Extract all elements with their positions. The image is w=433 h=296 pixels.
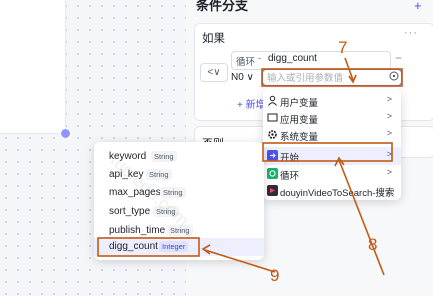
variable-name: digg_count xyxy=(109,241,158,252)
right-operand-input[interactable]: 输入或引用参数值 xyxy=(262,69,402,86)
chevron-right-icon: > xyxy=(386,111,392,121)
menu-item-label: 系统变量 xyxy=(280,132,319,143)
panel-title: 条件分支 xyxy=(196,0,249,13)
menu-item-user-vars[interactable]: 用户变量 > xyxy=(263,92,401,110)
chevron-right-icon: > xyxy=(386,167,392,177)
variable-type-badge: String xyxy=(151,151,177,162)
plugin-node-icon xyxy=(267,185,278,196)
variable-item[interactable]: max_pages String xyxy=(94,184,264,202)
menu-item-loop[interactable]: 循环 > xyxy=(263,165,401,183)
menu-item-label: 开始 xyxy=(280,153,300,164)
variable-name: publish_time xyxy=(109,225,166,236)
menu-item-system-vars[interactable]: 系统变量 > xyxy=(263,126,401,144)
add-condition-button[interactable]: + 新增 xyxy=(237,96,266,111)
start-node-icon xyxy=(267,150,278,161)
annotation-8: 8 xyxy=(368,235,378,254)
chevron-right-icon: > xyxy=(386,149,392,159)
annotation-7: 7 xyxy=(338,38,348,57)
logic-operator-select[interactable]: <∨ xyxy=(200,63,228,82)
reference-menu: 用户变量 > 应用变量 > 系统变量 > 开始 > 循环 > douyinVid… xyxy=(263,88,401,200)
menu-item-label: douyinVideoToSearch-搜索 xyxy=(280,188,395,199)
source-node-tag: 循环 xyxy=(236,57,256,68)
reference-target-icon[interactable] xyxy=(389,71,399,81)
menu-item-label: 用户变量 xyxy=(280,98,319,109)
menu-item-start[interactable]: 开始 > xyxy=(263,147,401,165)
separator: - xyxy=(258,53,261,63)
menu-item-label: 循环 xyxy=(280,171,300,182)
variable-type-badge: Integer xyxy=(159,241,189,252)
chevron-right-icon: > xyxy=(386,94,392,104)
if-label: 如果 xyxy=(202,33,225,45)
menu-item-label: 应用变量 xyxy=(280,115,319,126)
remove-condition-button[interactable]: − xyxy=(395,51,402,65)
node-output-port[interactable] xyxy=(60,128,71,139)
loop-node-icon xyxy=(267,168,278,179)
folder-icon xyxy=(267,113,278,122)
add-branch-button[interactable]: + xyxy=(414,0,422,13)
left-operand-select[interactable]: 循环 - digg_count xyxy=(231,51,391,70)
gear-icon xyxy=(268,130,277,139)
annotation-9: 9 xyxy=(270,266,280,285)
left-node-card[interactable] xyxy=(0,0,66,134)
left-operand-value: digg_count xyxy=(268,53,317,64)
compare-operator-select[interactable]: N0 ∨ xyxy=(231,69,261,86)
menu-item-plugin[interactable]: douyinVideoToSearch-搜索 xyxy=(263,182,401,200)
person-icon xyxy=(268,95,277,106)
variable-name: sort_type xyxy=(109,206,151,217)
variable-item-selected[interactable]: digg_count Integer xyxy=(94,238,264,256)
chevron-right-icon: > xyxy=(386,128,392,138)
menu-item-app-vars[interactable]: 应用变量 > xyxy=(263,109,401,127)
more-options-icon[interactable]: ··· xyxy=(404,27,418,39)
